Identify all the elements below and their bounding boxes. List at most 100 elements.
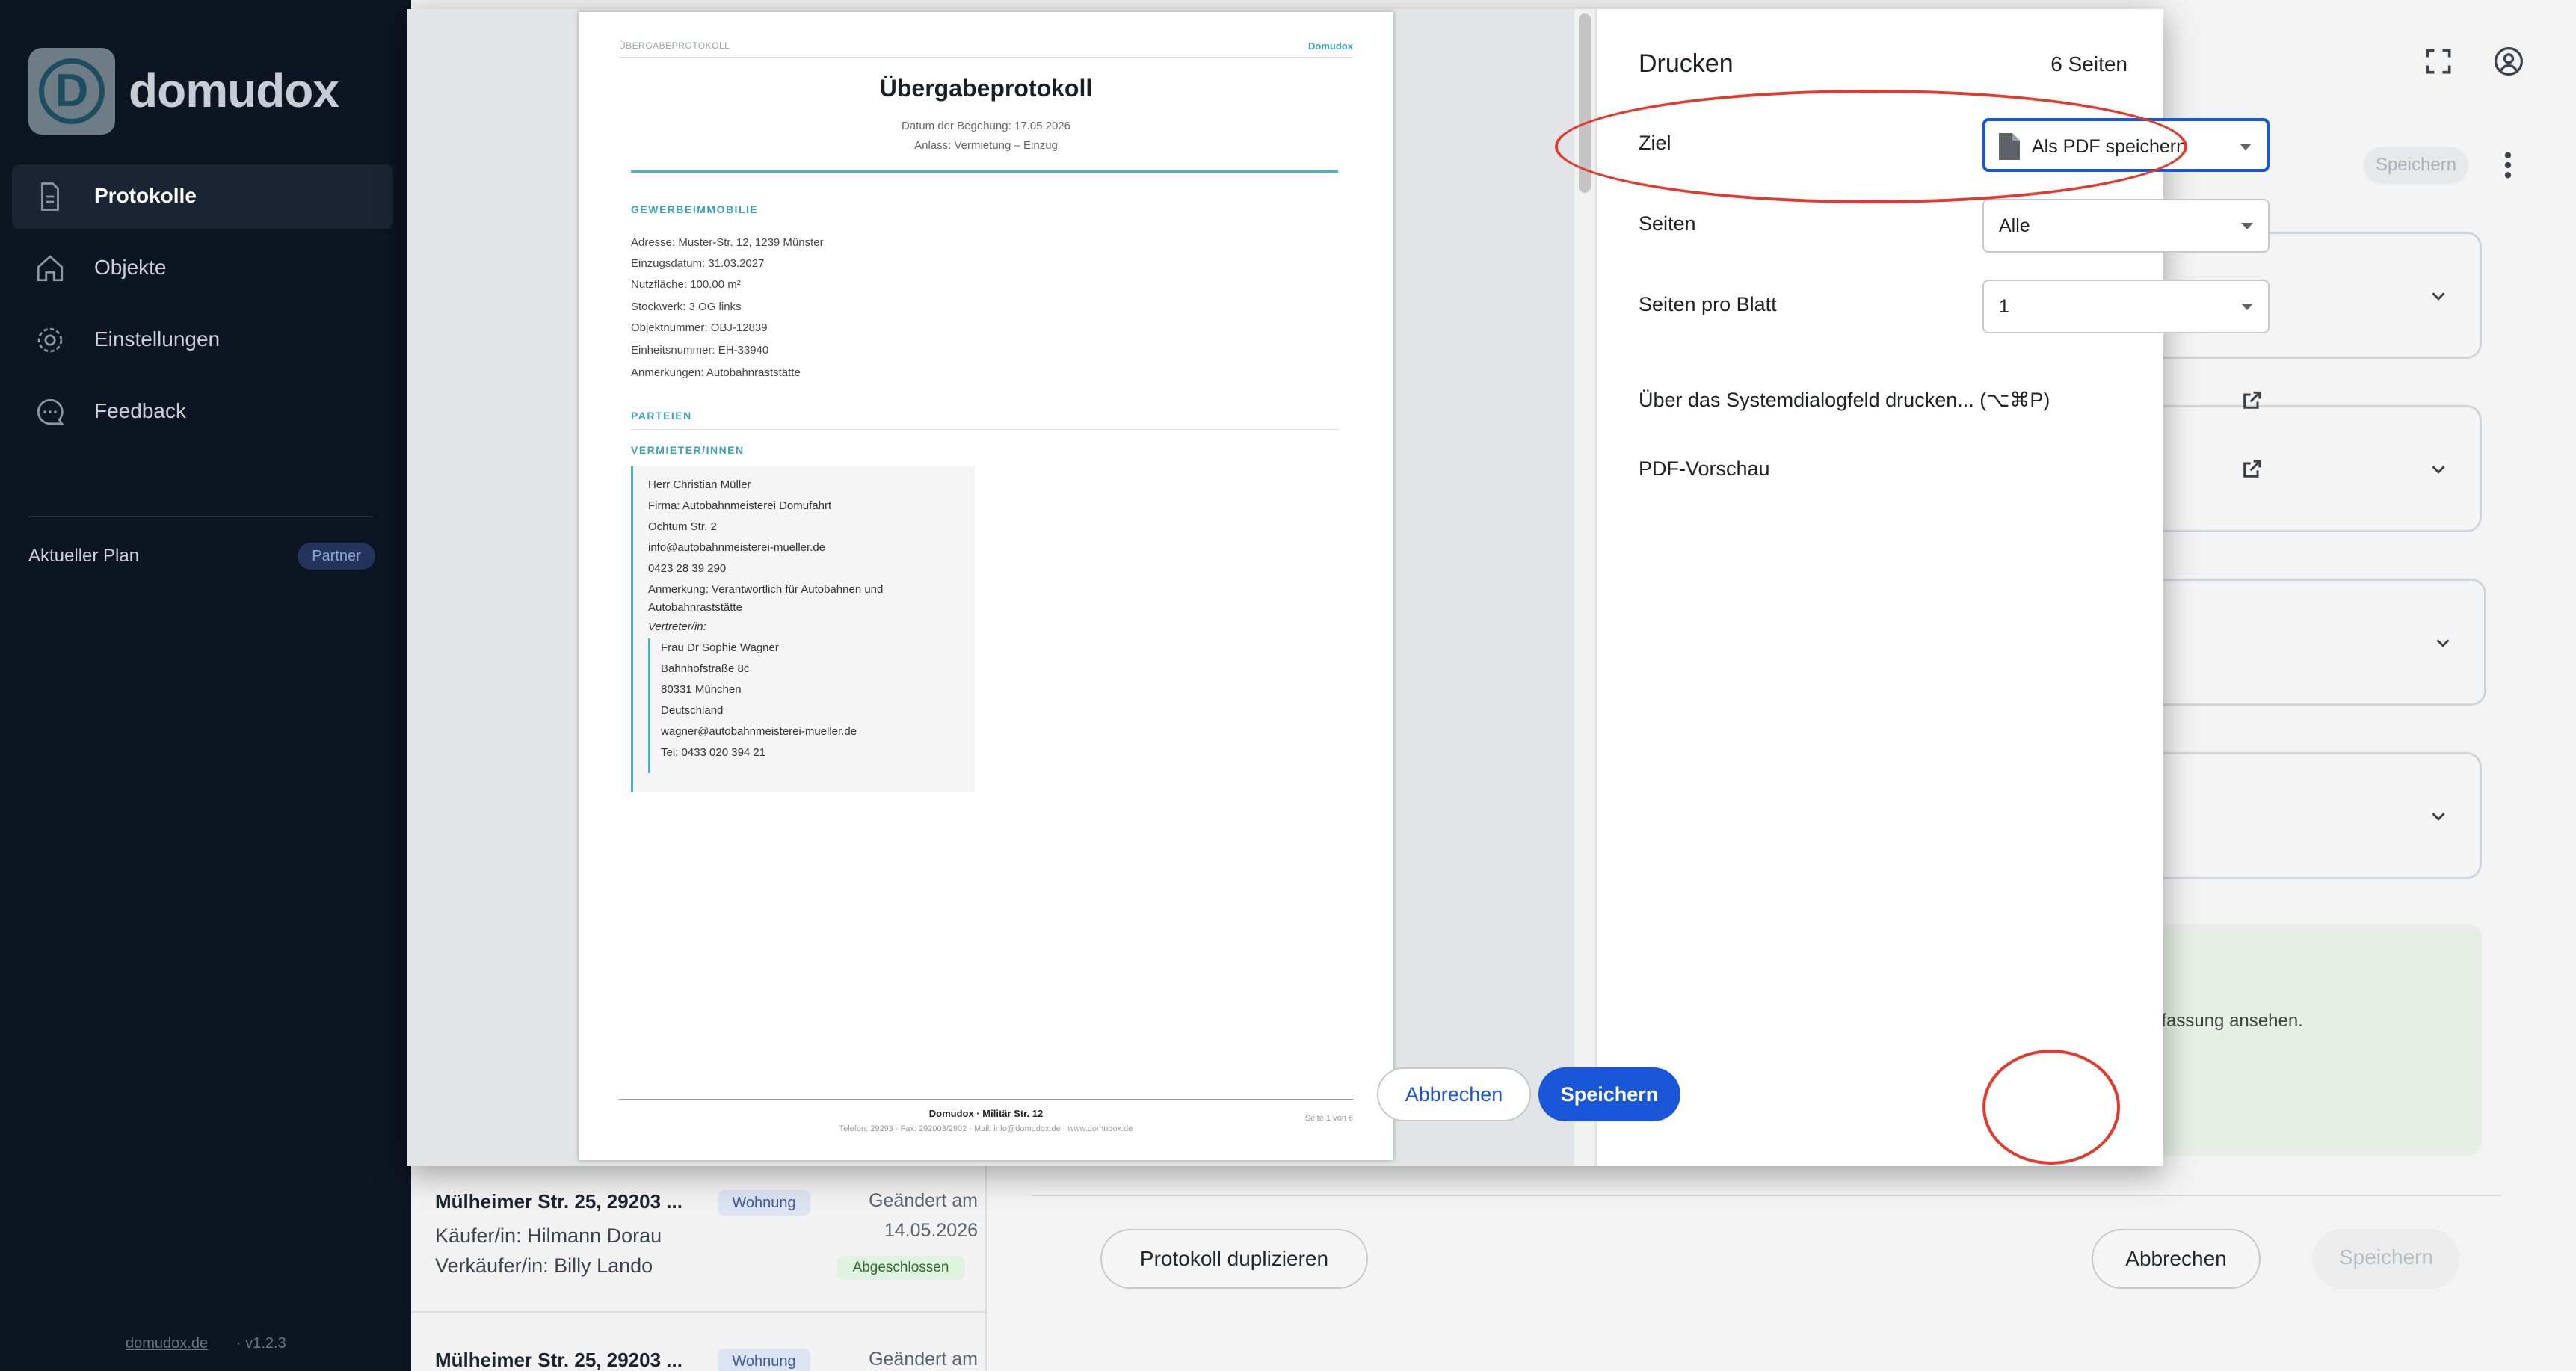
changed-label: Geändert am (869, 1349, 978, 1370)
destination-value: Als PDF speichern (2032, 136, 2187, 157)
bg-cancel-button[interactable]: Abbrechen (2092, 1229, 2261, 1289)
landlord-line: info@autobahnmeisterei-mueller.de (648, 541, 826, 554)
doc-property-line: Anmerkungen: Autobahnraststätte (631, 366, 801, 379)
system-dialog-link[interactable]: Über das Systemdialogfeld drucken... (⌥⌘… (1639, 389, 2050, 412)
print-dialog: ÜBERGABEPROTOKOLL Domudox Übergabeprotok… (407, 9, 2270, 1166)
pages-label: Seiten (1639, 212, 1696, 235)
fullscreen-icon[interactable] (2422, 45, 2455, 78)
landlord-line: Ochtum Str. 2 (648, 520, 717, 533)
representative-line: Deutschland (661, 704, 724, 717)
domudox-logo[interactable]: D (28, 48, 115, 135)
sidebar-item-label: Protokolle (94, 184, 197, 207)
pages-per-sheet-select[interactable]: 1 (1982, 280, 2270, 333)
destination-label: Ziel (1639, 132, 1671, 154)
representative-line: 80331 München (661, 683, 742, 696)
landlord-line: 0423 28 39 290 (648, 562, 727, 575)
header-save-button[interactable]: Speichern (2364, 147, 2468, 184)
doc-section-parties: PARTEIEN (631, 410, 692, 422)
app-sidebar: D domudox Protokolle Objekte Einstellung… (0, 0, 411, 1371)
sidebar-item-einstellungen[interactable]: Einstellungen (12, 308, 393, 372)
doc-occasion-line: Anlass: Vermietung – Einzug (914, 139, 1058, 152)
logo-letter: D (55, 65, 89, 117)
representative-line: wagner@autobahnmeisterei-mueller.de (661, 725, 857, 738)
doc-property-line: Nutzfläche: 100.00 m² (631, 278, 741, 291)
chevron-down-icon (2432, 466, 2445, 474)
doc-property-line: Einheitsnummer: EH-33940 (631, 344, 769, 357)
representative-line: Tel: 0433 020 394 21 (661, 746, 766, 759)
print-save-button[interactable]: Speichern (1538, 1067, 1680, 1121)
doc-header-rule (619, 57, 1353, 58)
summary-info-card (2138, 924, 2482, 1156)
caret-down-icon (2241, 304, 2253, 310)
buyer-line: Käufer/in: Hilmann Dorau (435, 1224, 662, 1247)
doc-header-right: Domudox (1308, 40, 1353, 52)
type-badge: Wohnung (718, 1190, 810, 1216)
accordion-section[interactable] (2138, 405, 2482, 532)
print-settings-panel: Drucken 6 Seiten Ziel Als PDF speichern … (1597, 9, 2270, 1166)
changed-label: Geändert am (869, 1190, 978, 1211)
landlord-card: Herr Christian Müller Firma: Autobahnmei… (631, 466, 975, 792)
footer-link[interactable]: domudox.de (126, 1335, 208, 1352)
changed-date: 14.05.2026 (884, 1220, 978, 1241)
print-dialog-title: Drucken (1639, 49, 1734, 78)
summary-info-text[interactable]: nfassung ansehen. (2151, 1011, 2303, 1032)
accordion-section[interactable] (2138, 579, 2486, 706)
destination-select[interactable]: Als PDF speichern (1982, 118, 2270, 172)
landlord-line: Autobahnraststätte (648, 601, 742, 614)
doc-section-rule (631, 429, 1338, 430)
gear-icon (37, 327, 63, 353)
doc-property-line: Stockwerk: 3 OG links (631, 301, 742, 313)
doc-property-line: Adresse: Muster-Str. 12, 1239 Münster (631, 236, 824, 249)
chat-icon (37, 398, 64, 425)
more-menu-icon[interactable] (2497, 147, 2519, 184)
caret-down-icon (2241, 223, 2253, 229)
open-external-icon[interactable] (2240, 457, 2264, 481)
plan-label: Aktueller Plan (28, 546, 140, 566)
caret-down-icon (2240, 144, 2252, 150)
pdf-preview-link[interactable]: PDF-Vorschau (1639, 457, 1770, 481)
landlord-line: Firma: Autobahnmeisterei Domufahrt (648, 499, 832, 512)
accordion-section[interactable] (2138, 752, 2482, 879)
doc-footer-company: Domudox · Militär Str. 12 (928, 1108, 1044, 1119)
doc-footer-contact: Telefon: 29293 · Fax: 292003/2902 · Mail… (839, 1124, 1133, 1133)
sidebar-item-protokolle[interactable]: Protokolle (12, 164, 393, 229)
doc-footer-page: Seite 1 von 6 (1304, 1114, 1353, 1123)
preview-scrollbar[interactable] (1574, 9, 1597, 1166)
pages-per-sheet-value: 1 (1999, 296, 2009, 317)
duplicate-protocol-button[interactable]: Protokoll duplizieren (1100, 1229, 1368, 1289)
list-item-title: Mülheimer Str. 25, 29203 ... (435, 1190, 682, 1213)
representative-line: Bahnhofstraße 8c (661, 662, 750, 675)
document-icon (1999, 133, 2020, 160)
chevron-down-icon (2436, 639, 2450, 647)
account-icon[interactable] (2492, 45, 2525, 78)
print-preview-area[interactable]: ÜBERGABEPROTOKOLL Domudox Übergabeprotok… (407, 9, 1574, 1166)
representative-line: Frau Dr Sophie Wagner (661, 641, 779, 654)
doc-property-line: Objektnummer: OBJ-12839 (631, 321, 768, 334)
brand-name[interactable]: domudox (129, 63, 339, 118)
doc-section-property: GEWERBEIMMOBILIE (631, 203, 759, 215)
pages-per-sheet-label: Seiten pro Blatt (1639, 293, 1777, 315)
bg-save-button[interactable]: Speichern (2313, 1229, 2459, 1289)
pages-select[interactable]: Alle (1982, 199, 2270, 253)
type-badge: Wohnung (718, 1349, 810, 1371)
sidebar-item-label: Feedback (94, 399, 186, 422)
print-cancel-button[interactable]: Abbrechen (1377, 1067, 1531, 1121)
doc-property-line: Einzugsdatum: 31.03.2027 (631, 257, 765, 270)
app-version: · v1.2.3 (236, 1335, 286, 1352)
chevron-down-icon (2432, 813, 2445, 821)
chevron-down-icon (2432, 292, 2445, 301)
list-item-title: Mülheimer Str. 25, 29203 ... (435, 1349, 682, 1371)
sidebar-item-objekte[interactable]: Objekte (12, 236, 393, 301)
document-icon (41, 182, 59, 211)
scrollbar-thumb[interactable] (1579, 13, 1591, 193)
open-external-icon[interactable] (2240, 389, 2264, 413)
landlord-line: Herr Christian Müller (648, 478, 751, 491)
doc-footer-rule (619, 1099, 1353, 1100)
list-item[interactable]: Mülheimer Str. 25, 29203 ... Wohnung Geä… (411, 1166, 985, 1311)
doc-date-line: Datum der Begehung: 17.05.2026 (901, 120, 1070, 132)
sidebar-item-feedback[interactable]: Feedback (12, 380, 393, 444)
representative-block: Frau Dr Sophie Wagner Bahnhofstraße 8c 8… (648, 638, 962, 773)
plan-badge: Partner (298, 543, 375, 570)
list-item[interactable]: Mülheimer Str. 25, 29203 ... Wohnung Geä… (411, 1313, 985, 1371)
sidebar-divider (28, 516, 374, 517)
